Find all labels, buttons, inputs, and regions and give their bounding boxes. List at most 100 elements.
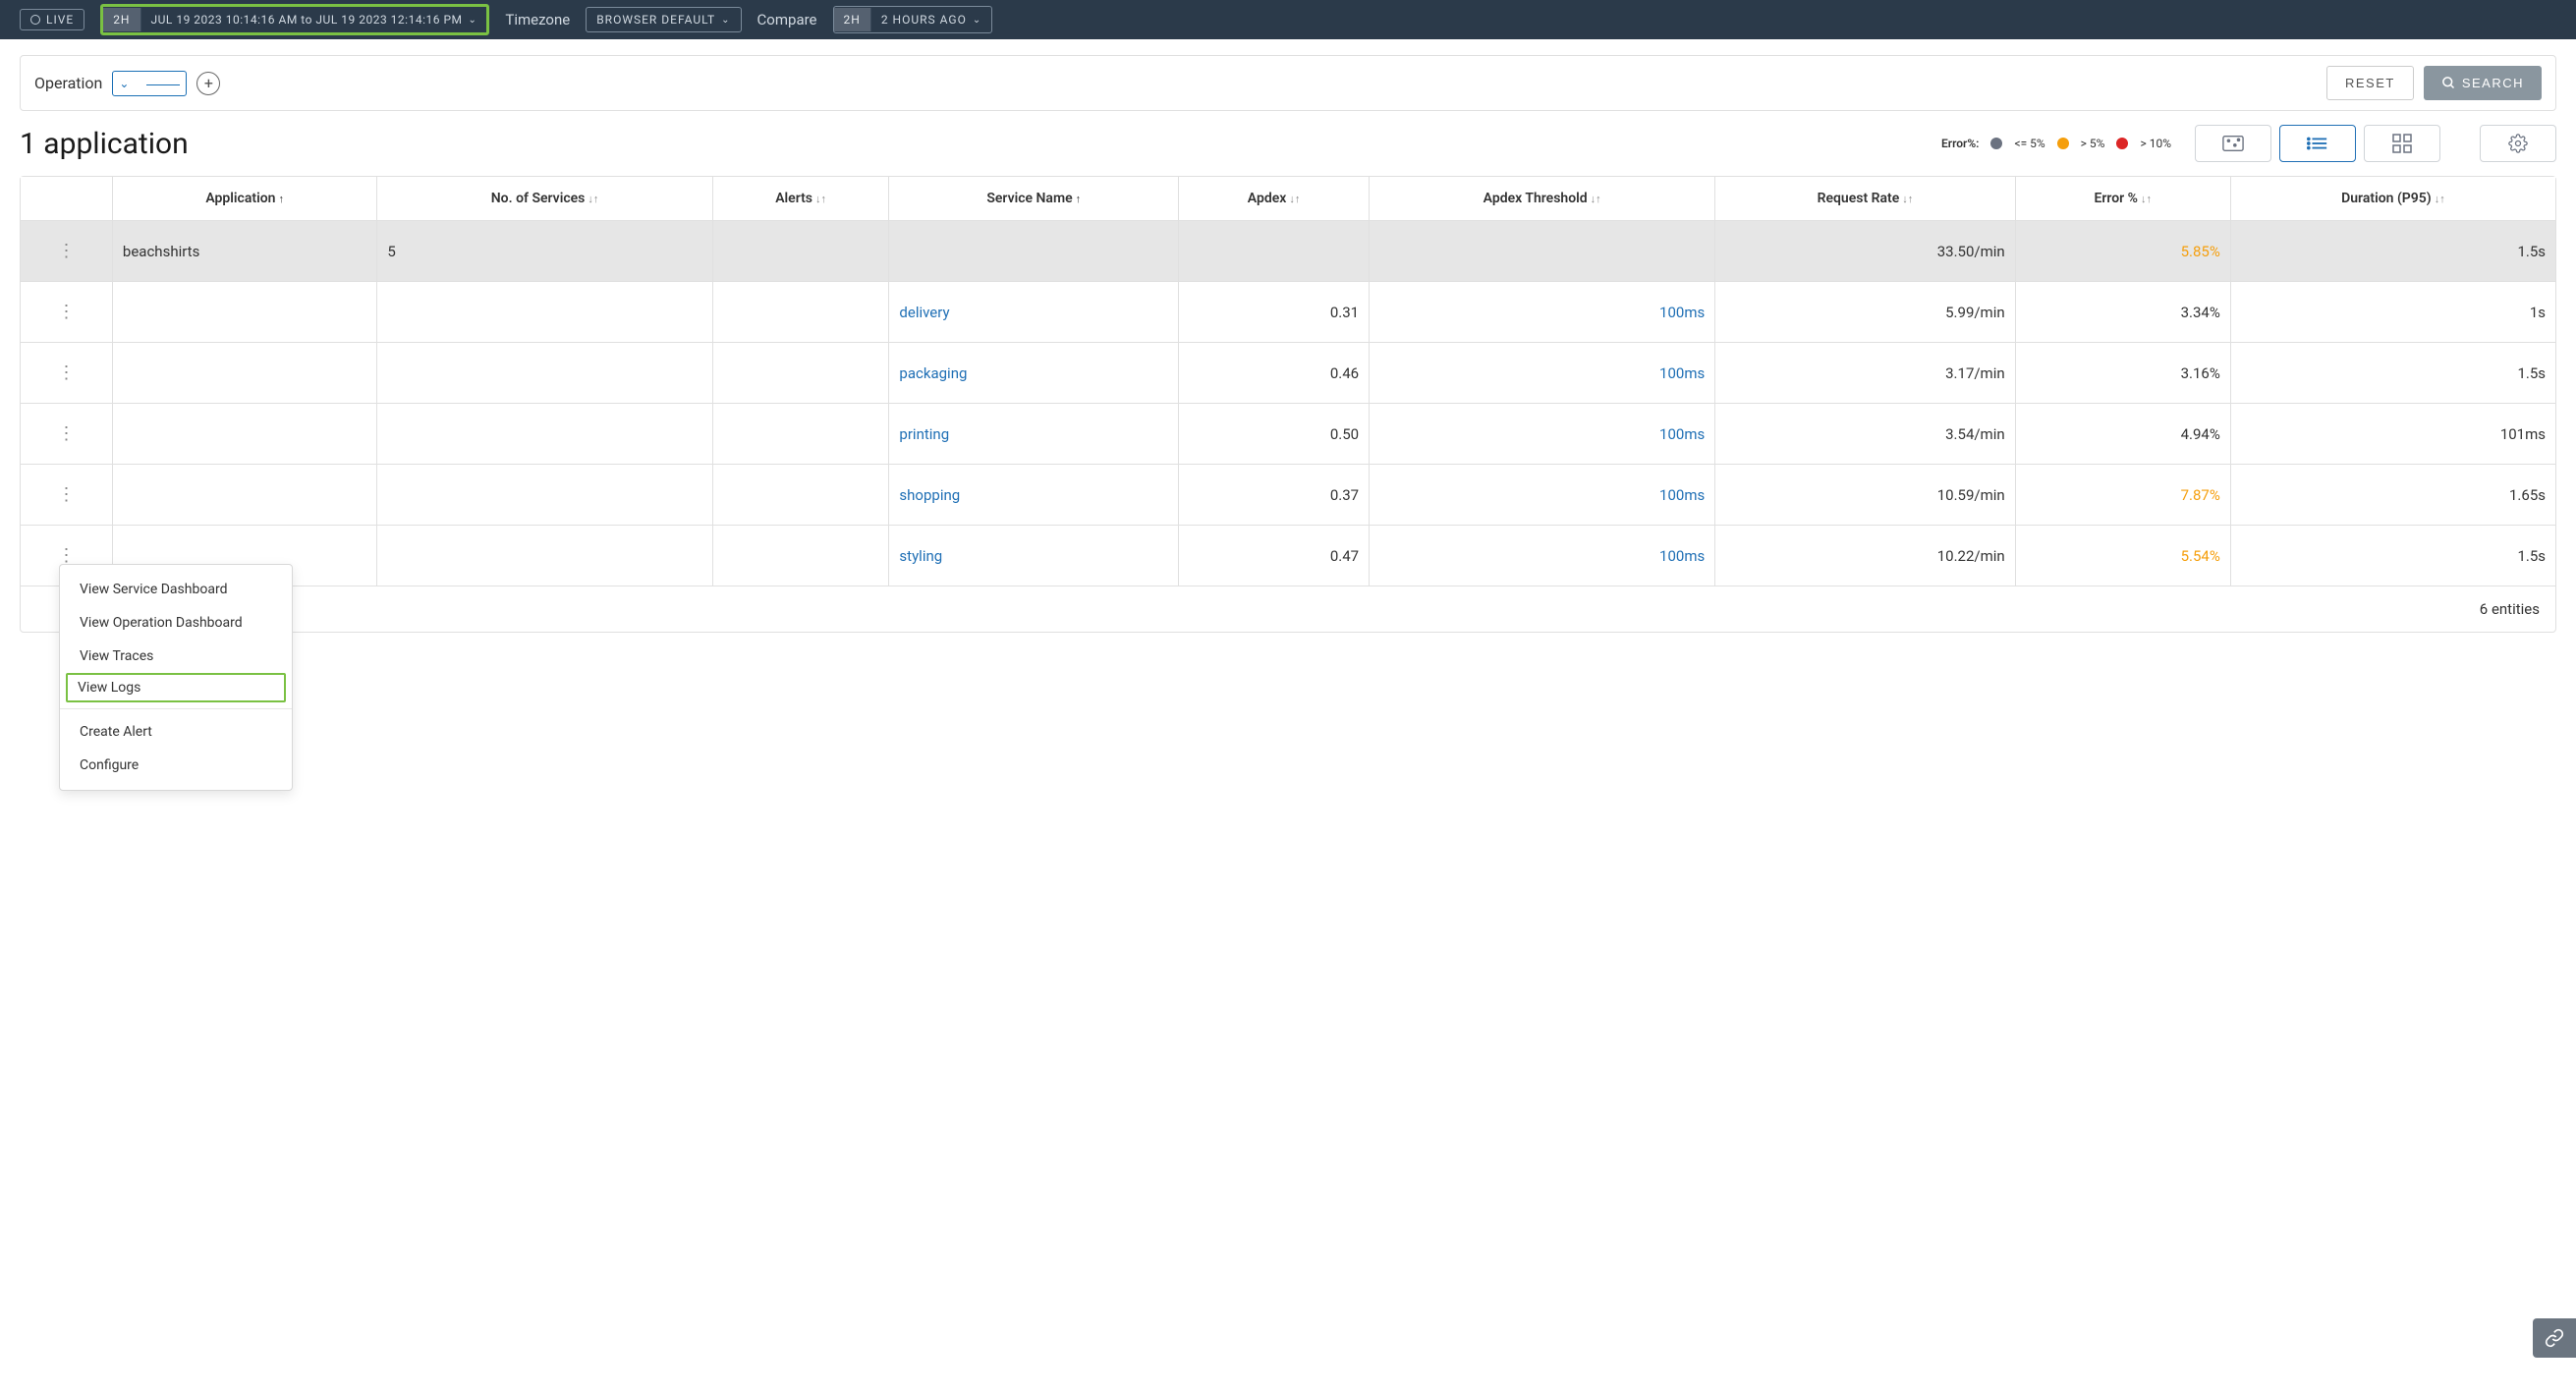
topbar: LIVE 2H JUL 19 2023 10:14:16 AM to JUL 1…	[0, 0, 2576, 39]
threshold-link[interactable]: 100ms	[1659, 486, 1705, 504]
compare-selector[interactable]: 2H 2 HOURS AGO ⌄	[833, 6, 993, 33]
time-range-selector[interactable]: 2H JUL 19 2023 10:14:16 AM to JUL 19 202…	[100, 4, 489, 35]
operation-select[interactable]: ⌄	[112, 71, 187, 96]
col-services-count[interactable]: No. of Services↓↑	[377, 177, 712, 221]
share-link-button[interactable]	[2533, 1318, 2576, 1358]
applications-table: Application↑ No. of Services↓↑ Alerts↓↑ …	[20, 176, 2556, 633]
context-menu-item[interactable]: Configure	[60, 749, 292, 782]
cell-service-name: printing	[889, 404, 1179, 465]
threshold-link[interactable]: 100ms	[1659, 425, 1705, 443]
cell-request-rate: 33.50/min	[1715, 221, 2015, 282]
cell-services-count	[377, 282, 712, 343]
cell-services-count: 5	[377, 221, 712, 282]
cell-request-rate: 3.17/min	[1715, 343, 2015, 404]
cell-application	[112, 404, 376, 465]
menu-separator	[60, 708, 292, 709]
sort-icon: ↓↑	[815, 193, 826, 205]
page-title: 1 application	[20, 127, 189, 161]
service-link[interactable]: printing	[899, 425, 949, 443]
row-menu-button[interactable]: ⋮	[21, 465, 112, 526]
context-menu-item[interactable]: View Operation Dashboard	[60, 606, 292, 640]
col-error-pct[interactable]: Error %↓↑	[2015, 177, 2230, 221]
error-legend: Error%: <= 5% > 5% > 10%	[1941, 137, 2171, 150]
table-footer: 6 entities	[21, 586, 2555, 632]
col-duration[interactable]: Duration (P95)↓↑	[2230, 177, 2555, 221]
view-list-button[interactable]	[2279, 125, 2356, 162]
col-apdex-threshold[interactable]: Apdex Threshold↓↑	[1370, 177, 1715, 221]
view-grid-button[interactable]	[2364, 125, 2440, 162]
legend-le5: <= 5%	[2014, 137, 2044, 150]
row-menu-button[interactable]: ⋮	[21, 221, 112, 282]
operation-input-line	[146, 84, 180, 85]
cell-error-pct: 5.85%	[2015, 221, 2230, 282]
link-icon	[2545, 1328, 2564, 1348]
cell-error-pct: 4.94%	[2015, 404, 2230, 465]
scatter-icon	[2222, 135, 2244, 152]
cell-threshold: 100ms	[1370, 282, 1715, 343]
service-link[interactable]: shopping	[899, 486, 960, 504]
row-menu-button[interactable]: ⋮	[21, 404, 112, 465]
context-menu-item[interactable]: View Service Dashboard	[60, 573, 292, 606]
cell-service-name: delivery	[889, 282, 1179, 343]
list-icon	[2307, 136, 2328, 151]
search-button[interactable]: SEARCH	[2424, 66, 2542, 100]
timezone-value: BROWSER DEFAULT	[596, 13, 715, 27]
cell-threshold	[1370, 221, 1715, 282]
sort-up-icon: ↑	[1076, 193, 1082, 205]
row-context-menu: View Service DashboardView Operation Das…	[59, 564, 293, 791]
time-range-value: JUL 19 2023 10:14:16 AM to JUL 19 2023 1…	[141, 8, 487, 31]
cell-threshold: 100ms	[1370, 343, 1715, 404]
context-menu-item[interactable]: View Logs	[66, 673, 286, 702]
cell-alerts	[712, 221, 889, 282]
col-request-rate[interactable]: Request Rate↓↑	[1715, 177, 2015, 221]
col-menu	[21, 177, 112, 221]
chevron-down-icon: ⌄	[468, 15, 476, 26]
view-toggle	[2195, 125, 2440, 162]
cell-duration: 1.65s	[2230, 465, 2555, 526]
threshold-link[interactable]: 100ms	[1659, 547, 1705, 565]
timezone-selector[interactable]: BROWSER DEFAULT ⌄	[586, 7, 741, 32]
cell-application	[112, 282, 376, 343]
col-apdex[interactable]: Apdex↓↑	[1179, 177, 1370, 221]
cell-threshold: 100ms	[1370, 465, 1715, 526]
cell-services-count	[377, 465, 712, 526]
cell-duration: 101ms	[2230, 404, 2555, 465]
search-icon	[2441, 76, 2456, 90]
col-application[interactable]: Application↑	[112, 177, 376, 221]
cell-request-rate: 5.99/min	[1715, 282, 2015, 343]
gear-icon	[2508, 134, 2528, 153]
cell-error-pct: 7.87%	[2015, 465, 2230, 526]
context-menu-item[interactable]: View Traces	[60, 640, 292, 673]
cell-apdex: 0.47	[1179, 526, 1370, 586]
service-row: ⋮ styling 0.47 100ms 10.22/min 5.54% 1.5…	[21, 526, 2555, 586]
filter-bar: Operation ⌄ + RESET SEARCH	[20, 55, 2556, 111]
view-scatter-button[interactable]	[2195, 125, 2271, 162]
settings-button[interactable]	[2480, 125, 2556, 162]
service-link[interactable]: packaging	[899, 364, 967, 382]
row-menu-button[interactable]: ⋮	[21, 282, 112, 343]
threshold-link[interactable]: 100ms	[1659, 364, 1705, 382]
sort-icon: ↓↑	[2141, 193, 2152, 205]
service-link[interactable]: styling	[899, 547, 942, 565]
grid-icon	[2392, 134, 2412, 153]
cell-alerts	[712, 526, 889, 586]
col-alerts[interactable]: Alerts↓↑	[712, 177, 889, 221]
threshold-link[interactable]: 100ms	[1659, 304, 1705, 321]
cell-duration: 1.5s	[2230, 343, 2555, 404]
cell-apdex: 0.37	[1179, 465, 1370, 526]
cell-error-pct: 3.34%	[2015, 282, 2230, 343]
application-row: ⋮ beachshirts 5 33.50/min 5.85% 1.5s	[21, 221, 2555, 282]
sort-up-icon: ↑	[278, 193, 284, 205]
cell-request-rate: 10.59/min	[1715, 465, 2015, 526]
col-service-name[interactable]: Service Name↑	[889, 177, 1179, 221]
live-button[interactable]: LIVE	[20, 9, 84, 30]
legend-label: Error%:	[1941, 137, 1979, 150]
context-menu-item[interactable]: Create Alert	[60, 715, 292, 749]
cell-services-count	[377, 404, 712, 465]
plus-icon: +	[204, 74, 213, 92]
row-menu-button[interactable]: ⋮	[21, 343, 112, 404]
legend-dot-orange-icon	[2057, 138, 2069, 149]
service-link[interactable]: delivery	[899, 304, 949, 321]
reset-button[interactable]: RESET	[2326, 66, 2414, 100]
add-filter-button[interactable]: +	[196, 72, 220, 95]
